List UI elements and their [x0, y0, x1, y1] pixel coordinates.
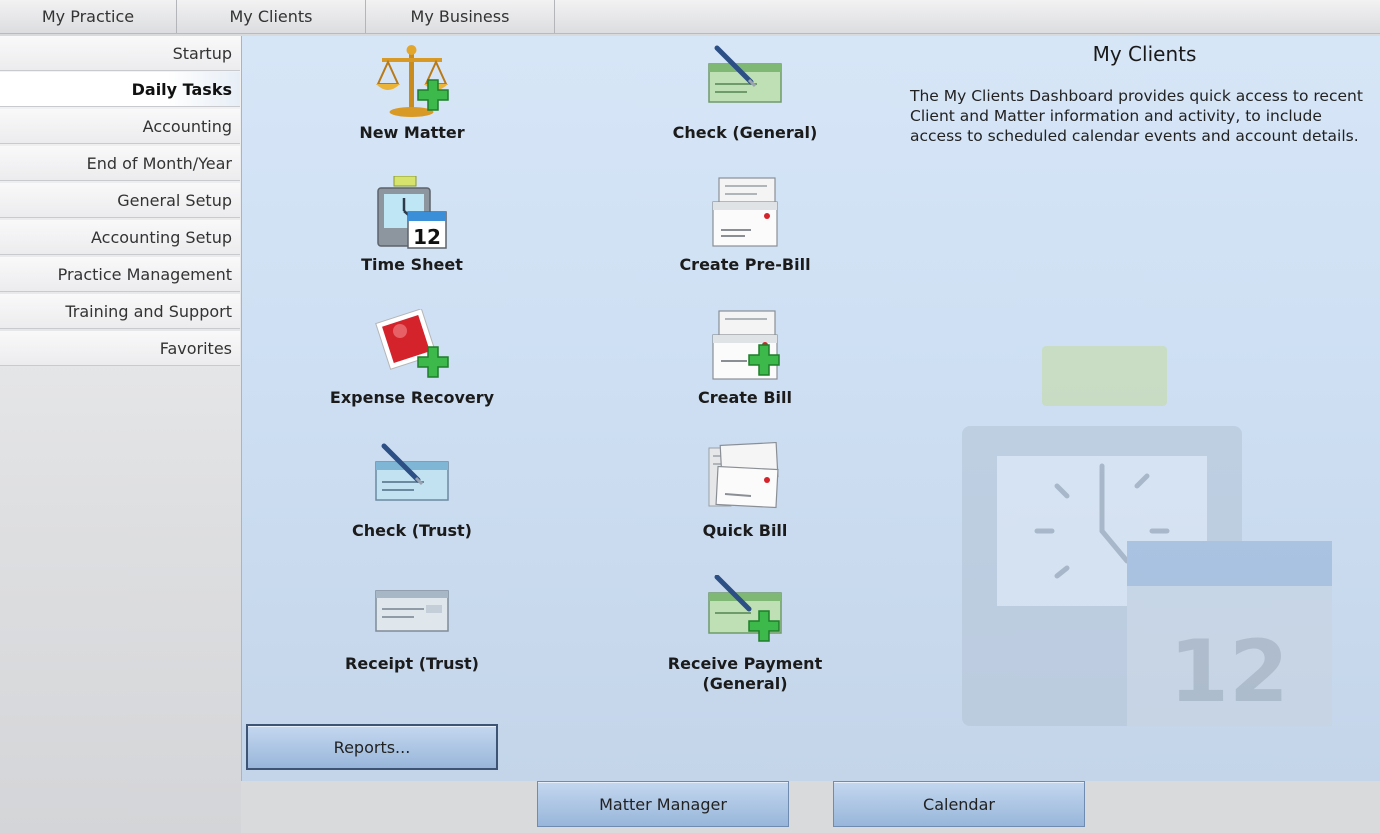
new-matter-tile[interactable]: New Matter	[302, 44, 522, 164]
stamp-plus-icon	[375, 309, 449, 378]
bill-envelope-icon	[712, 177, 778, 247]
time-sheet-label: Time Sheet	[361, 255, 463, 274]
tab-my-clients[interactable]: My Clients	[177, 0, 366, 33]
tab-my-business[interactable]: My Business	[366, 0, 555, 33]
sidebar-item-end-of-month-year[interactable]: End of Month/Year	[0, 146, 240, 181]
check-trust-label: Check (Trust)	[352, 521, 472, 540]
expense-recovery-tile[interactable]: Expense Recovery	[302, 309, 522, 429]
create-bill-tile[interactable]: Create Bill	[635, 309, 855, 429]
sidebar-item-practice-management[interactable]: Practice Management	[0, 257, 240, 292]
dashboard-panel: 12 New Matter Check (General) 12 Time Sh…	[241, 36, 1380, 781]
new-matter-label: New Matter	[359, 123, 465, 142]
check-trust-tile[interactable]: Check (Trust)	[302, 442, 522, 562]
receive-payment-label: Receive Payment (General)	[635, 654, 855, 694]
sidebar-item-daily-tasks[interactable]: Daily Tasks	[0, 72, 240, 107]
tab-my-practice[interactable]: My Practice	[0, 0, 177, 33]
svg-text:12: 12	[1169, 622, 1289, 722]
sidebar: Startup Daily Tasks Accounting End of Mo…	[0, 36, 241, 833]
receipt-trust-tile[interactable]: Receipt (Trust)	[302, 575, 522, 695]
info-title: My Clients	[1092, 42, 1197, 66]
clock-calendar-icon: 12	[377, 176, 447, 249]
sidebar-item-accounting[interactable]: Accounting	[0, 109, 240, 144]
receive-payment-tile[interactable]: Receive Payment (General)	[635, 575, 855, 695]
receive-payment-label-line2: (General)	[702, 674, 788, 693]
sidebar-item-training-and-support[interactable]: Training and Support	[0, 294, 240, 329]
check-general-label: Check (General)	[672, 123, 818, 142]
create-pre-bill-tile[interactable]: Create Pre-Bill	[635, 176, 855, 296]
calendar-button[interactable]: Calendar	[833, 781, 1085, 827]
svg-text:12: 12	[413, 225, 441, 249]
info-description: The My Clients Dashboard provides quick …	[910, 87, 1363, 145]
sidebar-item-favorites[interactable]: Favorites	[0, 331, 240, 366]
top-tab-bar: My Practice My Clients My Business	[0, 0, 1380, 34]
expense-recovery-label: Expense Recovery	[329, 388, 495, 407]
check-pen-icon	[708, 45, 782, 103]
bill-plus-icon	[712, 310, 780, 380]
quick-bill-tile[interactable]: Quick Bill	[635, 442, 855, 562]
clock-watermark-icon: 12	[962, 346, 1332, 726]
receipt-icon	[375, 590, 449, 632]
reports-button[interactable]: Reports...	[246, 724, 498, 770]
time-sheet-tile[interactable]: 12 Time Sheet	[302, 176, 522, 296]
receive-payment-label-line1: Receive Payment	[667, 654, 823, 673]
scales-plus-icon	[376, 45, 449, 117]
quick-bill-label: Quick Bill	[702, 521, 788, 540]
payment-plus-icon	[708, 575, 782, 642]
receipt-trust-label: Receipt (Trust)	[345, 654, 479, 673]
sidebar-item-accounting-setup[interactable]: Accounting Setup	[0, 220, 240, 255]
sidebar-item-general-setup[interactable]: General Setup	[0, 183, 240, 218]
quick-bill-icon	[708, 442, 779, 509]
check-pen-blue-icon	[375, 443, 449, 501]
check-general-tile[interactable]: Check (General)	[635, 44, 855, 164]
sidebar-item-startup[interactable]: Startup	[0, 36, 240, 71]
matter-manager-button[interactable]: Matter Manager	[537, 781, 789, 827]
create-pre-bill-label: Create Pre-Bill	[679, 255, 811, 274]
create-bill-label: Create Bill	[698, 388, 792, 407]
